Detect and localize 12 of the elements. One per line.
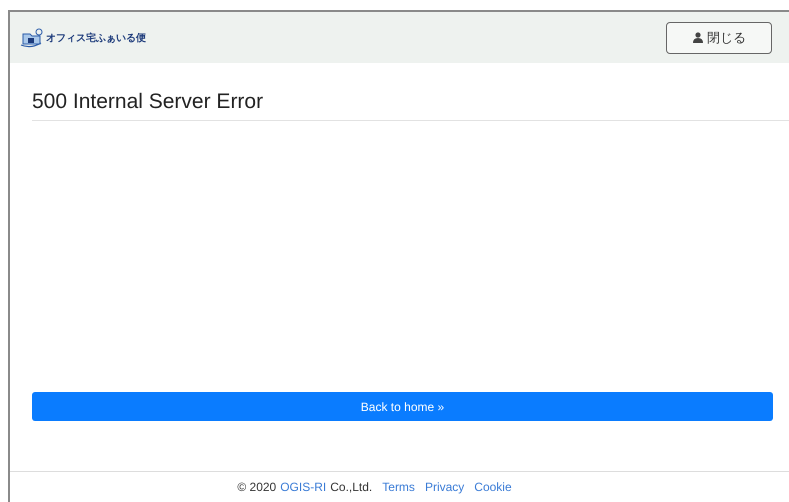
- company-suffix: Co.,Ltd.: [330, 480, 372, 494]
- logo-text: オフィス宅ふぁいる便: [46, 31, 146, 44]
- copyright-text: © 2020: [237, 480, 276, 494]
- footer-link[interactable]: Terms: [382, 480, 415, 494]
- company-link[interactable]: OGIS-RI: [280, 480, 326, 494]
- logo-icon: [20, 28, 44, 48]
- back-to-home-button[interactable]: Back to home »: [32, 392, 773, 421]
- page-title: 500 Internal Server Error: [32, 90, 789, 121]
- user-icon: [692, 32, 704, 43]
- close-button[interactable]: 閉じる: [666, 22, 772, 54]
- footer-link[interactable]: Privacy: [424, 480, 464, 494]
- footer-link[interactable]: Cookie: [474, 480, 512, 494]
